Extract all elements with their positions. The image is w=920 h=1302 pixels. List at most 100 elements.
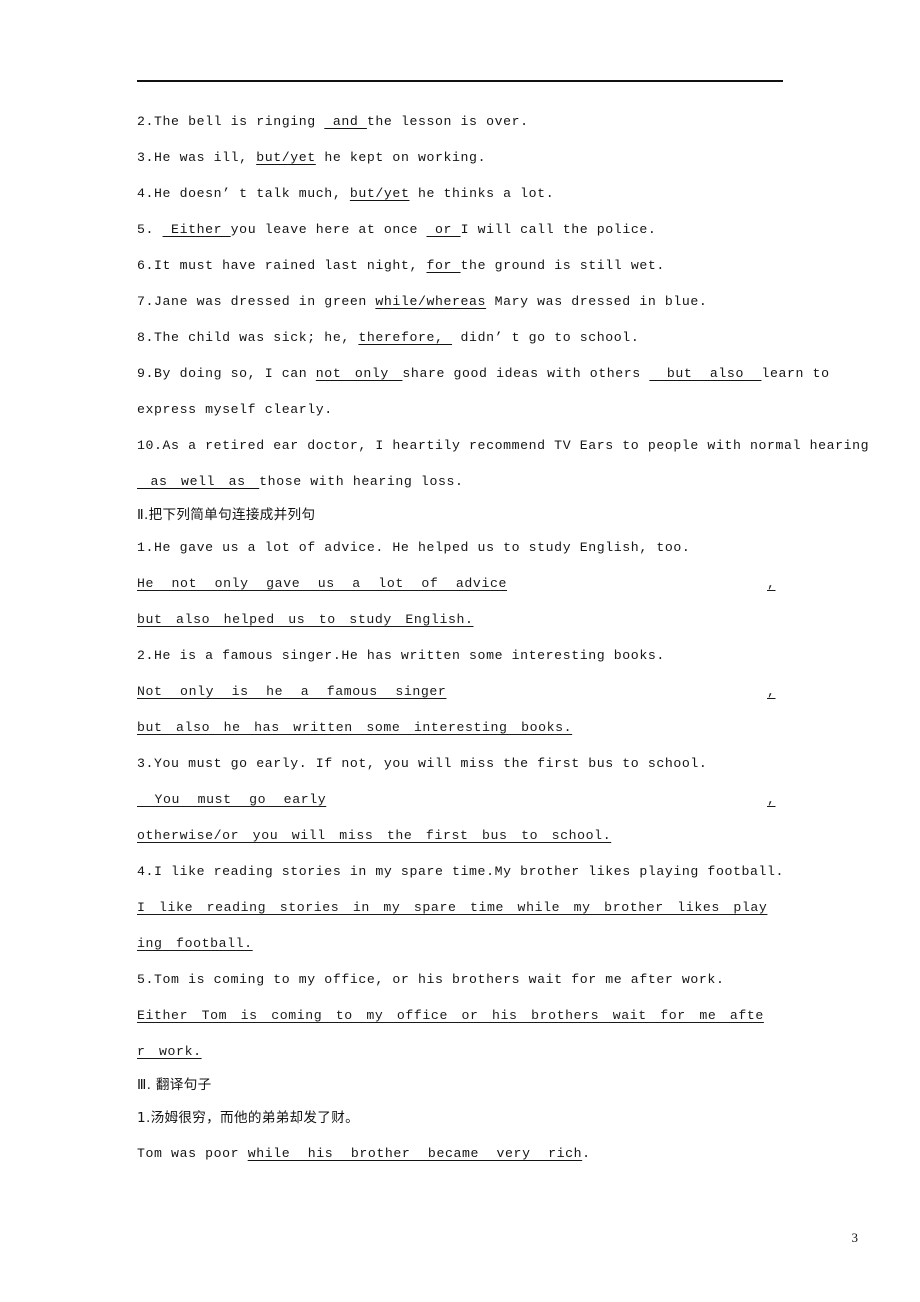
header-divider-rule [137, 80, 783, 82]
item-text-pre: As a retired ear doctor, I heartily reco… [162, 438, 870, 453]
section-two-answer-1a: He not only gave us a lot of advice, [137, 566, 797, 602]
answer-written-text: Either Tom is coming to my office or his… [137, 1008, 764, 1023]
item-text-post: you leave here at once [230, 222, 427, 237]
exercise-item-9-wrap: express myself clearly. [137, 392, 797, 428]
item-text-post: didn’ t go to school. [452, 330, 640, 345]
section-two-answer-5a: Either Tom is coming to my office or his… [137, 998, 797, 1034]
exercise-item-3: 3.He was ill, but/yet he kept on working… [137, 140, 797, 176]
answer-blank: while/whereas [375, 294, 487, 309]
item-text-pre: Jane was dressed in green [154, 294, 376, 309]
item-number: 7. [137, 294, 155, 309]
answer-text-post: . [582, 1146, 591, 1161]
prompt-text: You must go early. If not, you will miss… [154, 756, 708, 771]
item-text-post: he thinks a lot. [409, 186, 555, 201]
answer-blank-second: but also [649, 366, 762, 381]
exercise-item-10-wrap: as well as those with hearing loss. [137, 464, 797, 500]
item-number: 10. [137, 438, 163, 453]
item-text-post: those with hearing loss. [259, 474, 464, 489]
answer-text-pre: Tom was poor [137, 1146, 248, 1161]
item-text-post: Mary was dressed in blue. [486, 294, 708, 309]
item-text-wrap: express myself clearly. [137, 402, 333, 417]
section-two-answer-5b: r work. [137, 1034, 797, 1070]
item-number: 8. [137, 330, 155, 345]
item-text-pre: The child was sick; he, [154, 330, 359, 345]
prompt-text: He is a famous singer.He has written som… [154, 648, 665, 663]
section-two-prompt-1: 1.He gave us a lot of advice. He helped … [137, 530, 797, 566]
prompt-text: I like reading stories in my spare time.… [154, 864, 785, 879]
section-two-answer-4b: ing football. [137, 926, 797, 962]
item-text-pre: By doing so, I can [154, 366, 316, 381]
answer-written-text: but also he has written some interesting… [137, 720, 573, 735]
exercise-item-2: 2.The bell is ringing and the lesson is … [137, 104, 797, 140]
item-text-pre: He was ill, [154, 150, 257, 165]
exercise-item-8: 8.The child was sick; he, therefore, did… [137, 320, 797, 356]
exercise-item-4: 4.He doesn’ t talk much, but/yet he thin… [137, 176, 797, 212]
answer-blank: as well as [137, 474, 260, 489]
answer-written-text: r work. [137, 1044, 202, 1059]
exercise-item-10: 10.As a retired ear doctor, I heartily r… [137, 428, 869, 464]
answer-written-text: I like reading stories in my spare time … [137, 900, 768, 915]
item-number: 5. [137, 222, 155, 237]
prompt-text: Tom is coming to my office, or his broth… [154, 972, 725, 987]
item-text-pre: It must have rained last night, [154, 258, 427, 273]
prompt-text: He gave us a lot of advice. He helped us… [154, 540, 691, 555]
section-two-prompt-5: 5.Tom is coming to my office, or his bro… [137, 962, 797, 998]
section-two-heading: Ⅱ.把下列简单句连接成并列句 [137, 507, 316, 523]
answer-written-text: ing football. [137, 936, 253, 951]
section-two-answer-4a: I like reading stories in my spare time … [137, 890, 797, 926]
section-two-answer-2a: Not only is he a famous singer, [137, 674, 797, 710]
section-three-answer-1: Tom was poor while his brother became ve… [137, 1136, 797, 1172]
section-two-answer-3a: You must go early, [137, 782, 797, 818]
answer-blank: for [426, 258, 461, 273]
item-number: 5. [137, 972, 155, 987]
answer-written-text: He not only gave us a lot of advice [137, 576, 507, 591]
answer-written-text: You must go early [137, 792, 327, 807]
section-three-heading: Ⅲ. 翻译句子 [137, 1077, 212, 1093]
document-page: 2. The bell is ringing and the lesson is … [0, 0, 920, 1302]
answer-written-text: but also helped us to study English. [137, 612, 474, 627]
item-number: 4. [137, 186, 155, 201]
item-number: 4. [137, 864, 155, 879]
item-text-pre: The bell is ringing [154, 114, 325, 129]
answer-written-text: Not only is he a famous singer [137, 684, 447, 699]
section-two-prompt-3: 3.You must go early. If not, you will mi… [137, 746, 797, 782]
item-number: 2. [137, 648, 155, 663]
item-text-pre [154, 222, 163, 237]
answer-blank: but/yet [256, 150, 316, 165]
item-text-post: the lesson is over. [366, 114, 529, 129]
item-number: 3. [137, 756, 155, 771]
answer-blank: but/yet [349, 186, 410, 201]
item-number: 1. [137, 1110, 151, 1126]
item-number: 9. [137, 366, 155, 381]
item-text-post: he kept on working. [315, 150, 487, 165]
exercise-item-7: 7.Jane was dressed in green while/wherea… [137, 284, 797, 320]
exercise-item-6: 6.It must have rained last night, for th… [137, 248, 797, 284]
exercise-item-9: 9.By doing so, I can not only share good… [137, 356, 829, 392]
item-number: 1. [137, 540, 155, 555]
prompt-text: 汤姆很穷，而他的弟弟却发了财。 [150, 1110, 359, 1126]
section-two-answer-1b: but also helped us to study English. [137, 602, 797, 638]
item-text-post-second: I will call the police. [460, 222, 657, 237]
answer-trailing-comma: , [767, 792, 776, 807]
section-two-answer-3b: otherwise/or you will miss the first bus… [137, 818, 797, 854]
item-number: 6. [137, 258, 155, 273]
answer-blank: and [324, 114, 367, 129]
answer-blank: not only [315, 366, 403, 381]
section-three-prompt-1: 1.汤姆很穷，而他的弟弟却发了财。 [137, 1100, 797, 1136]
item-text-pre: He doesn’ t talk much, [154, 186, 350, 201]
answer-blank: while his brother became very rich [247, 1146, 583, 1161]
answer-trailing-comma: , [767, 684, 776, 699]
item-text-post: the ground is still wet. [460, 258, 665, 273]
item-number: 3. [137, 150, 155, 165]
answer-blank: therefore, [358, 330, 453, 345]
answer-blank-second: or [426, 222, 461, 237]
section-two-answer-2b: but also he has written some interesting… [137, 710, 797, 746]
item-text-post-second: learn to [761, 366, 830, 381]
answer-trailing-comma: , [767, 576, 776, 591]
page-content: 2. The bell is ringing and the lesson is … [137, 104, 869, 1172]
answer-written-text: otherwise/or you will miss the first bus… [137, 828, 612, 843]
section-two-prompt-2: 2.He is a famous singer.He has written s… [137, 638, 797, 674]
exercise-item-5: 5. Either you leave here at once or I wi… [137, 212, 797, 248]
answer-blank: Either [162, 222, 231, 237]
item-text-post: share good ideas with others [402, 366, 650, 381]
